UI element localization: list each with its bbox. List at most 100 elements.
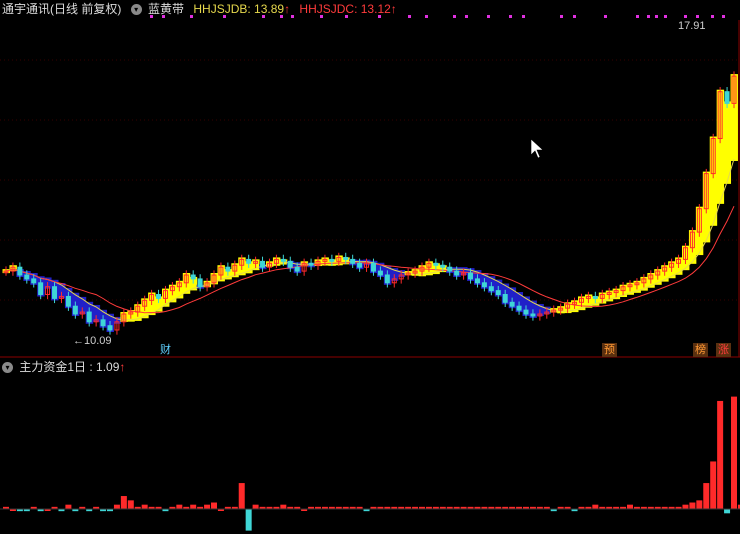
signal-dot bbox=[453, 15, 456, 18]
chevron-down-icon[interactable]: ▾ bbox=[130, 4, 142, 16]
candle-body bbox=[197, 278, 203, 288]
candle-body bbox=[31, 278, 37, 284]
candle-body bbox=[246, 258, 252, 264]
limit-up-badge[interactable]: 涨 bbox=[716, 343, 731, 357]
signal-dot bbox=[711, 15, 714, 18]
low-price-label: ←10.09 bbox=[73, 335, 112, 347]
candle-body bbox=[260, 260, 266, 268]
fund-flow-bar bbox=[592, 504, 599, 509]
signal-dot bbox=[487, 15, 490, 18]
fund-flow-bar bbox=[190, 504, 197, 509]
hhjsjdb-value: HHJSJDB: 13.89 bbox=[193, 2, 285, 16]
signal-dot bbox=[722, 15, 725, 18]
fund-flow-bar bbox=[696, 500, 703, 509]
fund-flow-bar bbox=[252, 504, 259, 509]
signal-dot bbox=[664, 15, 667, 18]
price-grid bbox=[0, 20, 740, 357]
candle-body bbox=[495, 290, 501, 296]
chevron-down-icon[interactable]: ▾ bbox=[2, 362, 13, 374]
candle-body bbox=[287, 260, 293, 268]
hhjsjdc-value: HHJSJDC: 13.12 bbox=[299, 2, 391, 16]
candle-body bbox=[343, 256, 349, 260]
ranking-badge[interactable]: 榜 bbox=[693, 343, 708, 357]
candle-body bbox=[516, 305, 522, 311]
candle-body bbox=[509, 301, 515, 307]
candle-body bbox=[592, 295, 598, 299]
signal-dot bbox=[522, 15, 525, 18]
fund-flow-bar bbox=[703, 483, 710, 509]
candle-body bbox=[488, 286, 494, 292]
candle-body bbox=[65, 295, 71, 307]
candle-body bbox=[100, 319, 106, 327]
candle-body bbox=[481, 282, 487, 288]
candle-body bbox=[468, 272, 474, 280]
candle-body bbox=[357, 262, 363, 268]
forecast-badge[interactable]: 预 bbox=[602, 343, 617, 357]
fund-flow-bar bbox=[280, 504, 287, 509]
fund-flow-bar bbox=[238, 483, 245, 509]
candle-body bbox=[377, 270, 383, 276]
sub-panel-header: ▾ 主力资金1日 : 1.09↑ bbox=[2, 359, 125, 375]
candle-body bbox=[370, 262, 376, 272]
mouse-cursor-icon bbox=[530, 138, 544, 159]
fund-flow-bar bbox=[682, 504, 689, 509]
candle-body bbox=[308, 262, 314, 266]
fund-flow-bar bbox=[113, 504, 120, 509]
up-arrow-icon: ↑ bbox=[284, 2, 291, 16]
candle-body bbox=[433, 262, 439, 266]
candle-body bbox=[440, 264, 446, 268]
candle-body bbox=[52, 286, 58, 299]
candle-body bbox=[225, 266, 231, 272]
candle-body bbox=[724, 91, 730, 104]
fund-flow-bars bbox=[3, 396, 740, 531]
high-price-label: 17.91 bbox=[678, 20, 706, 32]
indicator-name[interactable]: 蓝黄带 bbox=[148, 2, 184, 16]
candle-body bbox=[107, 325, 113, 331]
candle-body bbox=[294, 266, 300, 272]
fund-flow-bar bbox=[176, 504, 183, 509]
fund-flow-bar bbox=[127, 500, 134, 509]
candle-body bbox=[530, 313, 536, 317]
candle-body bbox=[190, 274, 196, 280]
fund-flow-bar bbox=[689, 502, 696, 509]
fund-flow-bar bbox=[731, 396, 737, 509]
candle-body bbox=[329, 258, 335, 262]
fund-flow-bar bbox=[65, 504, 72, 509]
candle-body bbox=[447, 266, 453, 272]
candle-body bbox=[350, 258, 356, 264]
sub-panel-title[interactable]: 主力资金1日 bbox=[19, 360, 86, 374]
fund-flow-bar bbox=[627, 504, 633, 509]
candle-body bbox=[384, 274, 390, 284]
chart-header: 通宇通讯(日线 前复权) ▾ 蓝黄带 HHJSJDB: 13.89↑ HHJSJ… bbox=[2, 1, 397, 17]
signal-dot bbox=[573, 15, 576, 18]
fund-flow-bar bbox=[245, 509, 252, 531]
candle-body bbox=[72, 305, 78, 315]
fund-flow-bar bbox=[717, 400, 724, 509]
fund-flow-bar bbox=[710, 461, 717, 509]
chart-canvas[interactable] bbox=[0, 0, 740, 534]
candle-body bbox=[454, 270, 460, 276]
stock-title[interactable]: 通宇通讯(日线 前复权) bbox=[2, 2, 121, 16]
signal-dot bbox=[655, 15, 658, 18]
candle-body bbox=[38, 282, 44, 296]
candle-body bbox=[24, 274, 30, 280]
candle-body bbox=[156, 294, 162, 299]
candle-body bbox=[502, 294, 508, 303]
signal-dot bbox=[509, 15, 512, 18]
fund-flow-bar bbox=[724, 509, 731, 514]
signal-dot bbox=[647, 15, 650, 18]
finance-badge[interactable]: 财 bbox=[158, 343, 173, 357]
candle-body bbox=[280, 258, 286, 262]
fund-flow-bar bbox=[211, 502, 217, 509]
candle-body bbox=[474, 278, 480, 284]
fund-flow-bar bbox=[120, 496, 127, 509]
up-arrow-icon: ↑ bbox=[119, 360, 126, 374]
candle-body bbox=[17, 266, 23, 276]
candle-body bbox=[523, 309, 529, 315]
signal-dot bbox=[604, 15, 607, 18]
signal-dot bbox=[408, 15, 411, 18]
signal-dot bbox=[465, 15, 468, 18]
up-arrow-icon: ↑ bbox=[390, 2, 397, 16]
signal-dot bbox=[560, 15, 563, 18]
fund-flow-bar bbox=[204, 504, 211, 509]
